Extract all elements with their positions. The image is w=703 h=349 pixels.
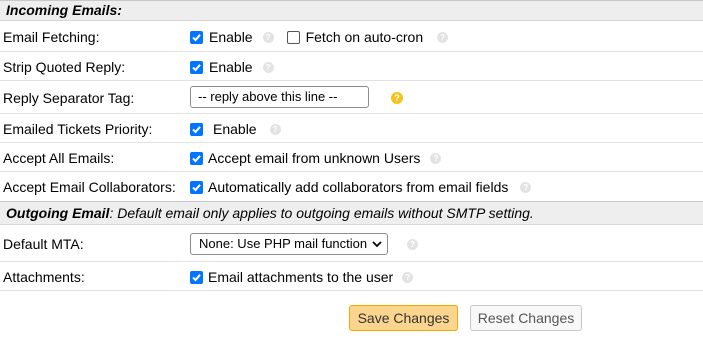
strip-quoted-checkbox[interactable] (190, 60, 203, 74)
check-icon (192, 33, 201, 41)
help-icon[interactable]: ? (402, 271, 414, 283)
accept-all-checkbox[interactable] (190, 151, 203, 165)
accept-collab-checkbox[interactable] (190, 180, 203, 194)
default-mta-label: Default MTA: (3, 236, 84, 252)
email-fetching-label: Email Fetching: (3, 29, 100, 45)
help-icon[interactable]: ? (520, 181, 532, 193)
row-emailed-priority: Emailed Tickets Priority: Enable ? (0, 114, 703, 143)
emailed-priority-label: Emailed Tickets Priority: (3, 121, 153, 137)
check-icon (192, 125, 201, 133)
email-fetching-enable-label: Enable (209, 29, 253, 45)
email-fetching-checkbox[interactable] (190, 30, 203, 44)
help-icon[interactable]: ? (262, 31, 274, 43)
reset-changes-button[interactable]: Reset Changes (470, 305, 582, 331)
attachments-label: Attachments: (3, 269, 85, 285)
accept-collab-label: Accept Email Collaborators: (3, 179, 176, 195)
attachments-checkbox[interactable] (190, 270, 203, 284)
strip-quoted-label: Strip Quoted Reply: (3, 59, 126, 75)
save-changes-button[interactable]: Save Changes (349, 305, 458, 331)
chevron-down-icon (372, 241, 382, 248)
fetch-auto-cron-label: Fetch on auto-cron (305, 29, 424, 45)
check-icon (192, 273, 201, 281)
fetch-auto-cron-checkbox[interactable] (286, 30, 300, 44)
accept-collab-text: Automatically add collaborators from ema… (208, 179, 509, 195)
row-email-fetching: Email Fetching: Enable ? Fetch on auto-c… (0, 21, 703, 52)
emailed-priority-enable-label: Enable (213, 121, 257, 137)
check-icon (192, 183, 201, 191)
default-mta-selected: None: Use PHP mail function (199, 236, 368, 251)
reply-separator-input[interactable]: -- reply above this line -- (190, 86, 369, 108)
warning-help-icon[interactable]: ? (391, 92, 403, 104)
outgoing-email-header: Outgoing Email: Default email only appli… (0, 201, 703, 225)
help-icon[interactable]: ? (437, 31, 449, 43)
help-icon[interactable]: ? (262, 61, 274, 73)
help-icon[interactable]: ? (430, 152, 442, 164)
attachments-text: Email attachments to the user (208, 269, 394, 285)
row-accept-collaborators: Accept Email Collaborators: Automaticall… (0, 172, 703, 201)
emailed-priority-checkbox[interactable] (190, 122, 203, 136)
check-icon (192, 63, 201, 71)
incoming-emails-title: Incoming Emails: (6, 2, 122, 18)
accept-all-label: Accept All Emails: (3, 150, 115, 166)
check-icon (192, 154, 201, 162)
default-mta-select[interactable]: None: Use PHP mail function (190, 233, 388, 255)
row-strip-quoted-reply: Strip Quoted Reply: Enable ? (0, 52, 703, 81)
strip-quoted-enable-label: Enable (209, 59, 253, 75)
help-icon[interactable]: ? (407, 239, 418, 250)
help-icon[interactable]: ? (269, 123, 281, 135)
outgoing-email-note: : Default email only applies to outgoing… (109, 205, 534, 221)
accept-all-text: Accept email from unknown Users (208, 150, 421, 166)
incoming-emails-header: Incoming Emails: (0, 0, 703, 21)
outgoing-email-title: Outgoing Email (6, 205, 110, 221)
reply-separator-label: Reply Separator Tag: (3, 90, 135, 106)
row-accept-all-emails: Accept All Emails: Accept email from unk… (0, 143, 703, 172)
row-attachments: Attachments: Email attachments to the us… (0, 262, 703, 291)
